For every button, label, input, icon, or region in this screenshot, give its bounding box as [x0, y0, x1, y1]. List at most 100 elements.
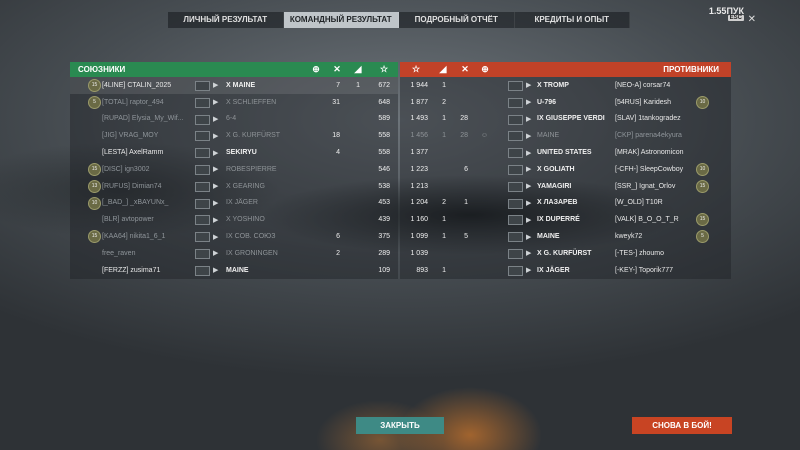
- ally-row[interactable]: [JIG] VRAG_MOY ▶ X G. KURFÜRST 18 558: [70, 127, 398, 144]
- player-name: [TOTAL] raptor_494: [102, 99, 164, 106]
- ship-nation-flag-icon: [508, 265, 523, 276]
- ship-name: X ЛАЗАРЕВ: [537, 199, 577, 206]
- enemy-row[interactable]: 1 944 1 ▶ X TROMP [NEO-A] corsar74: [400, 77, 731, 94]
- player-name: [W_OLD] T10R: [615, 199, 663, 206]
- enemy-row[interactable]: 1 213 ▶ YAMAGIRI [SSR_] Ignat_Orlov 15: [400, 178, 731, 195]
- clan-tag: [LESTA]: [102, 149, 128, 157]
- xp-value: 589: [378, 115, 390, 123]
- ship-class-icon: ▶: [526, 82, 532, 90]
- ally-row[interactable]: 10 [_BAD_] _xBAYUNx_ ▶ IX JÄGER 453: [70, 195, 398, 212]
- xp-value: 1 377: [410, 149, 428, 157]
- battle-again-button[interactable]: СНОВА В БОЙ!: [632, 417, 732, 434]
- esc-key-hint[interactable]: ESC: [727, 15, 744, 21]
- ship-class-icon: ▶: [213, 99, 219, 107]
- ship-class-icon: ▶: [213, 233, 219, 241]
- rank-badge-icon: 10: [696, 95, 709, 109]
- ship-title: G. KURFÜRST: [543, 249, 592, 257]
- ally-row[interactable]: 15 [DISC] ign3002 ▶ ROBESPIERRE 546: [70, 161, 398, 178]
- kills-value: 1: [442, 266, 446, 274]
- ally-row[interactable]: free_raven ▶ IX GRONINGEN 2 289: [70, 245, 398, 262]
- rank-badge-icon: 13: [88, 179, 101, 193]
- player-name: [-CFH-] SleepCowboy: [615, 166, 683, 173]
- enemy-row[interactable]: 1 877 2 ▶ U-796 [54RUS] Karidesh 10: [400, 94, 731, 111]
- player-name: [MRAK] Astronomicon: [615, 149, 683, 156]
- ally-row[interactable]: [LESTA] AxelRamm ▶ SEKIRYU 4 558: [70, 144, 398, 161]
- close-icon[interactable]: ✕: [748, 14, 756, 25]
- player-nickname: CTALIN_2025: [127, 81, 172, 89]
- enemy-row[interactable]: 1 204 2 1 ▶ X ЛАЗАРЕВ [W_OLD] T10R: [400, 195, 731, 212]
- ship-name: IX GRONINGEN: [226, 250, 278, 257]
- player-name: [LESTA] AxelRamm: [102, 149, 163, 156]
- ship-title: YAMAGIRI: [537, 182, 572, 190]
- clan-tag: [NEO-A]: [615, 81, 642, 89]
- ship-class-icon: ▶: [213, 82, 219, 90]
- ally-row[interactable]: [RUPAD] Elysia_My_Wif... ▶ 6-4 589: [70, 111, 398, 128]
- player-name: [54RUS] Karidesh: [615, 99, 671, 106]
- ally-row[interactable]: [BLR] avtopower ▶ X YOSHINO 439: [70, 211, 398, 228]
- planes-value: 5: [464, 233, 468, 241]
- ship-class-icon: ▶: [213, 149, 219, 157]
- rank-badge-icon: 15: [88, 79, 101, 92]
- enemy-row[interactable]: 1 223 6 ▶ X GOLIATH [-CFH-] SleepCowboy 10: [400, 161, 731, 178]
- ship-name: 6-4: [226, 115, 236, 122]
- ally-row[interactable]: 13 [RUFUS] Dimian74 ▶ X GEARING 538: [70, 178, 398, 195]
- tab-team-result[interactable]: КОМАНДНЫЙ РЕЗУЛЬТАТ: [283, 12, 399, 28]
- ship-nation-flag-icon: [195, 232, 210, 243]
- ship-class-icon: ▶: [213, 132, 219, 140]
- ship-nation-flag-icon: [195, 131, 210, 142]
- player-name: kweyk72: [615, 233, 642, 240]
- tab-credits-and-xp[interactable]: КРЕДИТЫ И ОПЫТ: [514, 12, 630, 28]
- player-nickname: VRAG_MOY: [118, 132, 159, 140]
- ship-title: YOSHINO: [232, 216, 265, 224]
- kills-value: 2: [442, 98, 446, 106]
- tab-detailed-report[interactable]: ПОДРОБНЫЙ ОТЧЁТ: [399, 12, 515, 28]
- enemy-row[interactable]: 893 1 ▶ IX JÄGER [-KEY-] Toporik777: [400, 262, 731, 279]
- rank-badge-icon: 5: [696, 230, 709, 244]
- player-name: [BLR] avtopower: [102, 216, 154, 223]
- player-name: [KAA64] nikita1_6_1: [102, 233, 165, 240]
- ship-name: MAINE: [537, 132, 559, 139]
- rank-badge-icon: 10: [696, 162, 709, 176]
- enemy-row[interactable]: 1 039 ▶ X G. KURFÜRST [-TES-] zhoumo: [400, 245, 731, 262]
- ship-nation-flag-icon: [508, 97, 523, 108]
- ship-name: ROBESPIERRE: [226, 166, 277, 173]
- ship-class-icon: ▶: [526, 99, 532, 107]
- ally-row[interactable]: 15 [KAA64] nikita1_6_1 ▶ IX COB. COЮЗ 6 375: [70, 228, 398, 245]
- ship-title: GEARING: [232, 182, 265, 190]
- enemy-row[interactable]: 1 493 1 28 ▶ IX GIUSEPPE VERDI [SLAV] 1tankog…: [400, 111, 731, 128]
- clan-tag: [-KEY-]: [615, 266, 637, 274]
- enemy-row[interactable]: 1 160 1 ▶ IX DUPERRÉ [VALK] B_O_O_T_R 15: [400, 211, 731, 228]
- ally-row[interactable]: [FERZZ] zusima71 ▶ MAINE 109: [70, 262, 398, 279]
- ship-class-icon: ▶: [526, 233, 532, 241]
- enemy-row[interactable]: 1 099 1 5 ▶ MAINE kweyk72 5: [400, 228, 731, 245]
- enemy-row[interactable]: 1 456 1 28 ☺ ▶ MAINE [CKP] parena4ekyura: [400, 127, 731, 144]
- ship-nation-flag-icon: [195, 148, 210, 159]
- tab-personal-result[interactable]: ЛИЧНЫЙ РЕЗУЛЬТАТ: [168, 12, 284, 28]
- ship-nation-flag-icon: [195, 198, 210, 209]
- close-button[interactable]: ЗАКРЫТЬ: [356, 417, 444, 434]
- ally-row[interactable]: 15 [4LINE] CTALIN_2025 ▶ X MAINE 7 1 672: [70, 77, 398, 94]
- ship-title: JÄGER: [234, 199, 258, 207]
- xp-star-icon: ☆: [379, 64, 389, 74]
- clan-tag: [DISC]: [102, 165, 123, 173]
- player-name: [4LINE] CTALIN_2025: [102, 82, 171, 89]
- enemy-row[interactable]: 1 377 ▶ UNITED STATES [MRAK] Astronomicon: [400, 144, 731, 161]
- ship-name: YAMAGIRI: [537, 183, 571, 190]
- ship-name: IX COB. COЮЗ: [226, 233, 275, 240]
- ship-nation-flag-icon: [195, 81, 210, 91]
- ship-title: TROMP: [543, 81, 569, 89]
- enemies-list: 1 944 1 ▶ X TROMP [NEO-A] corsar74 1 877 2 ▶ U-…: [400, 77, 731, 279]
- ship-title: MAINE: [537, 132, 560, 140]
- player-name: [-TES-] zhoumo: [615, 250, 664, 257]
- ship-nation-flag-icon: [508, 164, 523, 175]
- ship-nation-flag-icon: [195, 248, 210, 259]
- ship-tier: IX: [226, 233, 233, 241]
- player-name: [NEO-A] corsar74: [615, 82, 670, 89]
- ship-title: 6-4: [226, 115, 237, 123]
- ship-name: IX DUPERRÉ: [537, 216, 580, 223]
- player-nickname: _xBAYUNx_: [130, 199, 169, 207]
- player-nickname: avtopower: [121, 216, 154, 224]
- ally-row[interactable]: 5 [TOTAL] raptor_494 ▶ X SCHLIEFFEN 31 648: [70, 94, 398, 111]
- kills-value: 1: [442, 216, 446, 224]
- ship-title: ЛАЗАРЕВ: [543, 199, 578, 207]
